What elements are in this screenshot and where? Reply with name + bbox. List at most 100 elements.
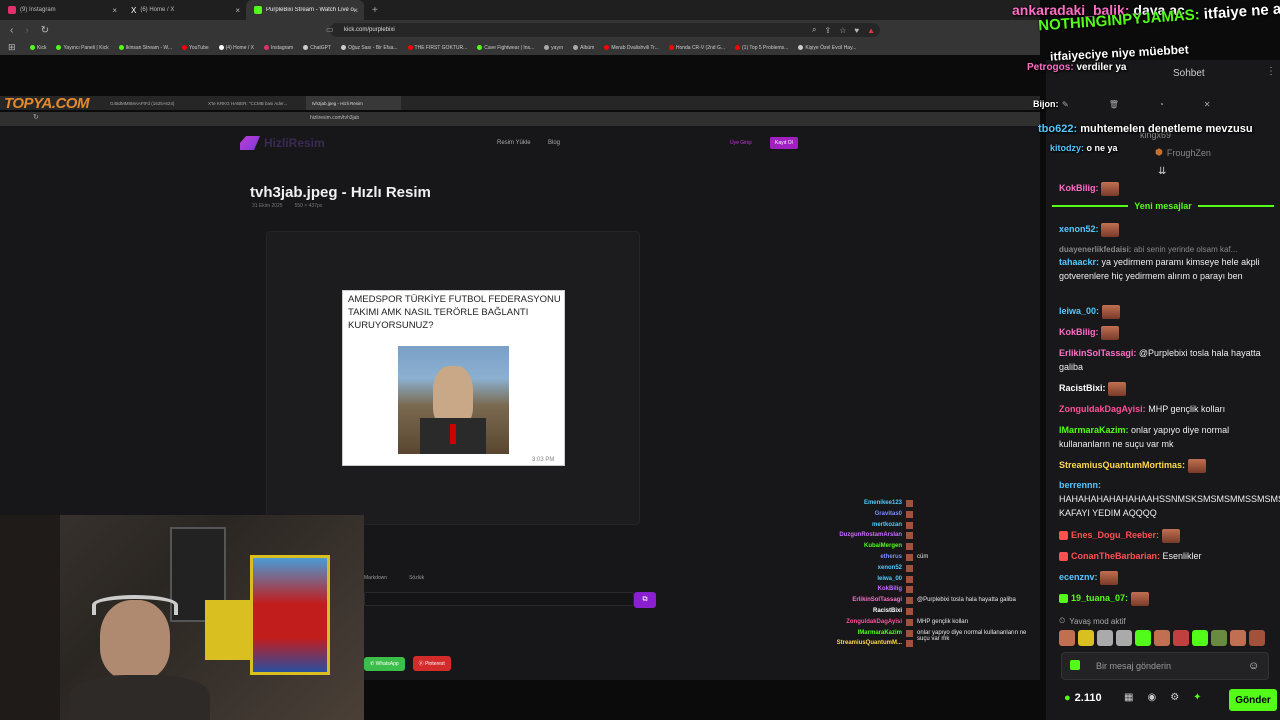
bookmark-item[interactable]: Honda CR-V (2nd G... [668, 45, 725, 51]
settings-icon[interactable]: ⚙ [1170, 692, 1179, 703]
nav-upload-link[interactable]: Resim Yükle [497, 140, 531, 146]
tab-markdown[interactable]: Markdown [364, 575, 387, 581]
topya-logo: TOPYA.COM [4, 95, 89, 112]
calendar-icon[interactable]: ▦ [1124, 692, 1133, 703]
bookmark-item[interactable]: Instagram [263, 45, 293, 51]
bookmark-item[interactable]: ChatGPT [303, 45, 331, 51]
trash-icon[interactable]: 🗑 [1109, 100, 1119, 109]
chat-username[interactable]: 19_tuana_07: [1071, 593, 1128, 603]
chat-username[interactable]: ecenznv: [1059, 572, 1098, 582]
emote-icon[interactable] [1097, 630, 1113, 646]
chat-username[interactable]: ConanTheBarbarian: [1071, 551, 1160, 561]
chat-username[interactable]: ZonguldakDagAyisi: [1059, 404, 1146, 414]
chat-username[interactable]: lMarmaraKazim: [1059, 425, 1129, 435]
browser-tab-x[interactable]: X (6) Home / X × [123, 0, 246, 20]
tab-label: (9) Instagram [20, 7, 56, 13]
chat-message-input[interactable]: Bir mesaj gönderin [1061, 652, 1269, 680]
reload-icon[interactable]: ↻ [33, 113, 39, 121]
chat-message: tahaackr: ya yedirmem paramı kimseye hel… [1059, 255, 1269, 283]
close-icon[interactable]: × [235, 6, 240, 15]
chat-bubble-icon[interactable]: ◉ [1147, 692, 1156, 703]
gift-icon[interactable]: ✦ [1193, 692, 1201, 703]
bookmark-item[interactable]: Kick [30, 45, 46, 51]
chat-text: MHP gençlik kolları [1148, 404, 1226, 414]
browser-tab-kick[interactable]: PurpleBixi Stream - Watch Live o... × [246, 0, 364, 20]
forward-icon[interactable]: › [25, 25, 28, 36]
bookmark-item[interactable]: THE FIRST GOKTUR... [407, 45, 467, 51]
warning-icon[interactable]: ▲ [867, 26, 875, 35]
bookmark-item[interactable]: (4) Home / X [218, 45, 254, 51]
link-field[interactable] [364, 592, 634, 606]
chat-username[interactable]: ErlikinSolTassagi: [1059, 348, 1136, 358]
chat-username[interactable]: RacistBixi: [1059, 383, 1106, 393]
chat-username[interactable]: KokBilig: [1059, 183, 1099, 193]
chat-username[interactable]: Enes_Dogu_Reeber: [1071, 530, 1159, 540]
bookmark-item[interactable]: Oğuz Sası - Bir Efsa... [341, 45, 398, 51]
nav-blog-link[interactable]: Blog [548, 140, 560, 146]
chat-username[interactable]: tahaackr: [1059, 257, 1099, 267]
bookmark-item[interactable]: Ikinsan Stream - W... [118, 45, 172, 51]
pinterest-share-button[interactable]: ⓟ Pinterest [412, 656, 451, 671]
chat-username[interactable]: xenon52: [1059, 224, 1099, 234]
browser-tab-instagram[interactable]: (9) Instagram × [0, 0, 123, 20]
zoom-icon[interactable]: ⌕ [812, 25, 816, 35]
pinterest-label: Pinterest [425, 661, 445, 667]
url-field[interactable]: kick.com/purplebixi [330, 23, 880, 37]
site-info-icon[interactable]: ▭ [326, 25, 334, 34]
chat-username[interactable]: KokBilig: [1059, 327, 1099, 337]
emote-icon[interactable] [1249, 630, 1265, 646]
scene-chat-line: etherus cüm [800, 553, 1040, 565]
inner-tab-active[interactable]: tvh3jab.jpeg - Hizli Resim [306, 96, 401, 110]
emoji-icon[interactable]: ☺ [1248, 660, 1259, 672]
emote-icon[interactable] [1211, 630, 1227, 646]
pin-icon[interactable]: ✎ [1062, 100, 1069, 109]
scroll-down-icon[interactable]: ⇊ [1158, 166, 1166, 177]
emote-icon[interactable] [1078, 630, 1094, 646]
reload-icon[interactable]: ↻ [41, 25, 49, 36]
inner-url[interactable]: hizliresim.com/tvh3jab [310, 115, 359, 121]
emote-icon[interactable] [1173, 630, 1189, 646]
share-icon[interactable]: ⇪ [824, 26, 831, 35]
chat-username[interactable]: berrennn: [1059, 480, 1101, 490]
bookmark-item[interactable]: Yayıncı Paneli | Kick [56, 45, 109, 51]
more-icon[interactable]: ⋮ [1266, 66, 1276, 77]
inner-tab[interactable]: X'te KRKG HABER: "CCMB basi Ader... [208, 101, 306, 106]
bookmark-item[interactable]: YouTube [181, 45, 209, 51]
shield-icon[interactable]: ♥ [854, 26, 859, 35]
send-button[interactable]: Gönder [1229, 689, 1277, 711]
bookmark-item[interactable]: Albüm [573, 45, 594, 51]
close-icon[interactable]: × [353, 6, 358, 15]
chat-username[interactable]: leiwa_00: [1059, 306, 1099, 316]
bookmark-item[interactable]: Kişiye Özel Evcil Hay... [798, 45, 856, 51]
bookmark-item[interactable]: yayın [544, 45, 563, 51]
chat-username[interactable]: duayenerlikfedaisi: [1059, 245, 1131, 254]
chat-username[interactable]: StreamiusQuantumMortimas: [1059, 460, 1185, 470]
bookmark-item[interactable]: Merab Dvalishvili Tr... [604, 45, 659, 51]
apps-grid-icon[interactable]: ⊞ [8, 42, 16, 53]
hizliresim-logo-icon [240, 136, 260, 150]
chat-message: Enes_Dogu_Reeber: [1059, 528, 1269, 543]
emote-icon[interactable] [1116, 630, 1132, 646]
inner-tab[interactable]: G48dMM8MAAFtFd (1625×624) [110, 101, 208, 106]
new-tab-icon[interactable]: + [372, 5, 378, 16]
emote-icon[interactable] [1154, 630, 1170, 646]
reply-icon[interactable]: ◔ [1159, 100, 1164, 109]
user-badge-icon [1059, 531, 1068, 541]
bookmark-star-icon[interactable]: ☆ [839, 26, 846, 35]
login-link[interactable]: Üye Girişi [730, 140, 752, 146]
emote-icon[interactable] [1192, 630, 1208, 646]
tie-shape [450, 424, 456, 444]
emote-icon[interactable] [1135, 630, 1151, 646]
back-icon[interactable]: ‹ [10, 25, 13, 36]
emote-icon[interactable] [1059, 630, 1075, 646]
bookmark-item[interactable]: (1) Top 5 Problems... [735, 45, 788, 51]
tab-sozluk[interactable]: Sözlük [409, 575, 424, 581]
collapse-icon[interactable]: ✕ [1204, 100, 1211, 109]
whatsapp-share-button[interactable]: ✆ WhatsApp [364, 656, 405, 671]
register-button[interactable]: Kayıt Ol [770, 137, 798, 149]
copy-button[interactable]: ⧉ [634, 592, 656, 608]
bookmark-item[interactable]: Cave Fightwear | Ins... [477, 45, 534, 51]
site-logo-text[interactable]: HizliResim [264, 136, 325, 150]
emote-icon[interactable] [1230, 630, 1246, 646]
close-icon[interactable]: × [112, 6, 117, 15]
